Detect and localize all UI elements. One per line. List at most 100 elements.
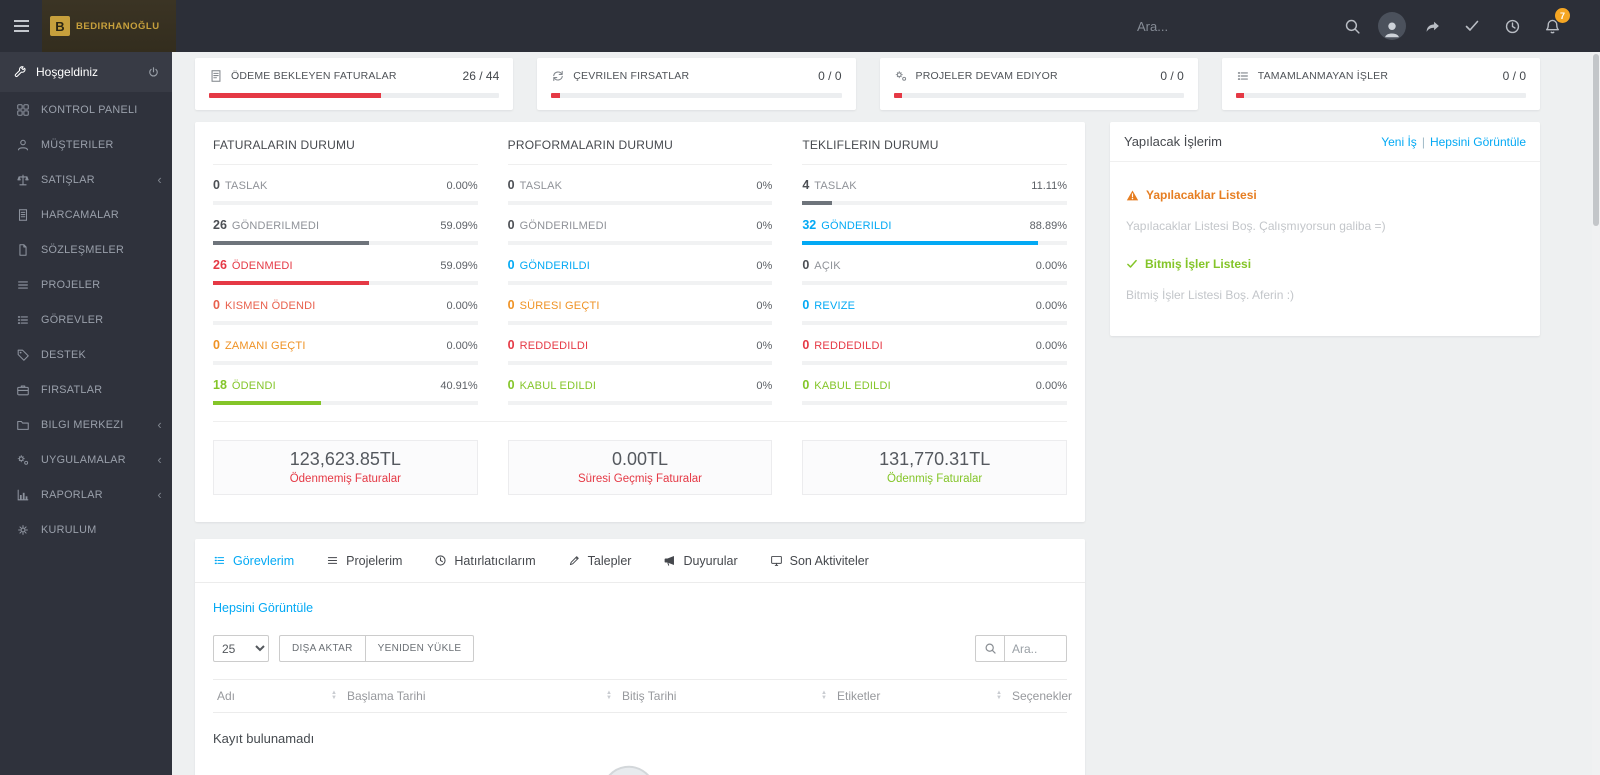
stat-card-unfinished-tasks[interactable]: TAMAMLANMAYAN İŞLER 0 / 0 [1222, 58, 1540, 110]
column-header-secenekler[interactable]: Seçenekler [1012, 689, 1072, 703]
sidebar-item-satislar[interactable]: SATIŞLAR ‹ [0, 162, 172, 197]
tab-projelerim[interactable]: Projelerim [326, 554, 402, 568]
total-amount: 123,623.85TL [218, 449, 473, 470]
tab-hatirlaticilarim[interactable]: Hatırlatıcılarım [434, 554, 535, 568]
stat-card-awaiting-invoices[interactable]: ÖDEME BEKLEYEN FATURALAR 26 / 44 [195, 58, 513, 110]
status-row[interactable]: 0ZAMANI GEÇTI0.00% [213, 325, 478, 365]
view-all-todos-link[interactable]: Hepsini Görüntüle [1430, 135, 1526, 149]
column-header-adi[interactable]: Adı▲▼ [217, 689, 347, 703]
sidebar-item-destek[interactable]: DESTEK [0, 337, 172, 372]
new-todo-link[interactable]: Yeni İş [1381, 135, 1417, 149]
tabs-bar: Görevlerim Projelerim Hatırlatıcılarım T… [195, 539, 1085, 583]
tasks-icon [213, 554, 226, 567]
status-row[interactable]: 0KISMEN ÖDENDI0.00% [213, 285, 478, 325]
status-row[interactable]: 32GÖNDERILDI88.89% [802, 205, 1067, 245]
stat-cards-row: ÖDEME BEKLEYEN FATURALAR 26 / 44 ÇEVRILE… [195, 58, 1540, 110]
done-list-heading: Bitmiş İşler Listesi [1126, 257, 1524, 271]
status-row[interactable]: 0KABUL EDILDI0% [508, 365, 773, 405]
share-icon[interactable] [1412, 0, 1452, 52]
pen-icon [568, 554, 581, 567]
notifications-bell-icon[interactable]: 7 [1532, 0, 1572, 52]
todo-check-icon[interactable] [1452, 0, 1492, 52]
total-amount: 131,770.31TL [807, 449, 1062, 470]
tab-talepler[interactable]: Talepler [568, 554, 632, 568]
tab-duyurular[interactable]: Duyurular [663, 554, 737, 568]
brand-icon: B [50, 16, 70, 36]
contracts-icon [15, 243, 31, 257]
brand-logo[interactable]: B BEDIRHANOĞLU [42, 0, 176, 52]
sidebar-item-gorevler[interactable]: GÖREVLER [0, 302, 172, 337]
tab-gorevlerim[interactable]: Görevlerim [213, 554, 294, 568]
status-row[interactable]: 4TASLAK11.11% [802, 165, 1067, 205]
sort-icon: ▲▼ [996, 691, 1002, 701]
sidebar-item-projeler[interactable]: PROJELER [0, 267, 172, 302]
sidebar-item-raporlar[interactable]: RAPORLAR ‹ [0, 477, 172, 512]
sidebar: Hoşgeldiniz KONTROL PANELI MÜŞTERILER SA… [0, 52, 172, 775]
status-row[interactable]: 26GÖNDERILMEDI59.09% [213, 205, 478, 245]
status-row[interactable]: 0REVIZE0.00% [802, 285, 1067, 325]
search-icon[interactable] [1332, 0, 1372, 52]
dashboard-icon [15, 103, 31, 117]
column-header-bitis-tarihi[interactable]: Bitiş Tarihi▲▼ [622, 689, 837, 703]
power-icon[interactable] [147, 66, 160, 79]
status-row[interactable]: 0TASLAK0% [508, 165, 773, 205]
column-header-baslama-tarihi[interactable]: Başlama Tarihi▲▼ [347, 689, 622, 703]
status-row[interactable]: 0GÖNDERILMEDI0% [508, 205, 773, 245]
progress-fill [894, 93, 903, 98]
table-controls: 25 DIŞA AKTAR YENIDEN YÜKLE [213, 635, 1067, 662]
sidebar-item-uygulamalar[interactable]: UYGULAMALAR ‹ [0, 442, 172, 477]
sidebar-item-sozlesmeler[interactable]: SÖZLEŞMELER [0, 232, 172, 267]
wrench-icon [14, 66, 27, 79]
done-empty-message: Bitmiş İşler Listesi Boş. Aferin :) [1126, 288, 1524, 302]
status-row[interactable]: 0GÖNDERILDI0% [508, 245, 773, 285]
table-search-icon[interactable] [975, 635, 1005, 662]
chevron-left-icon: ‹ [157, 173, 162, 186]
tasks-panel: Görevlerim Projelerim Hatırlatıcılarım T… [195, 539, 1085, 775]
stat-card-title: PROJELER DEVAM EDIYOR [916, 70, 1058, 82]
status-row[interactable]: 0KABUL EDILDI0.00% [802, 365, 1067, 405]
stat-card-converted-opportunities[interactable]: ÇEVRILEN FIRSATLAR 0 / 0 [537, 58, 855, 110]
monitor-icon [770, 554, 783, 567]
todo-empty-message: Yapılacaklar Listesi Boş. Çalışmıyorsun … [1126, 219, 1524, 233]
status-row[interactable]: 18ÖDENDI40.91% [213, 365, 478, 405]
stat-card-projects-in-progress[interactable]: PROJELER DEVAM EDIYOR 0 / 0 [880, 58, 1198, 110]
status-row[interactable]: 0REDDEDILDI0% [508, 325, 773, 365]
sidebar-item-kurulum[interactable]: KURULUM [0, 512, 172, 547]
status-row[interactable]: 26ÖDENMEDI59.09% [213, 245, 478, 285]
scrollbar-thumb[interactable] [1593, 54, 1599, 226]
scrollbar[interactable] [1592, 52, 1600, 775]
knowledge-folder-icon [15, 418, 31, 432]
stat-card-value: 26 / 44 [463, 69, 500, 83]
warning-icon [1126, 189, 1139, 202]
view-all-tasks-link[interactable]: Hepsini Görüntüle [213, 601, 313, 615]
clock-icon [434, 554, 447, 567]
sidebar-item-harcamalar[interactable]: HARCAMALAR [0, 197, 172, 232]
no-records-message: Kayıt bulunamadı [213, 731, 1067, 746]
menu-toggle-icon[interactable] [0, 0, 42, 52]
sidebar-item-bilgi-merkezi[interactable]: BILGI MERKEZI ‹ [0, 407, 172, 442]
status-row[interactable]: 0SÜRESI GEÇTI0% [508, 285, 773, 325]
sidebar-welcome[interactable]: Hoşgeldiniz [0, 52, 172, 92]
sidebar-item-firsatlar[interactable]: FIRSATLAR [0, 372, 172, 407]
global-search-input[interactable] [1137, 19, 1322, 34]
sort-icon: ▲▼ [821, 691, 827, 701]
tab-son-aktiviteler[interactable]: Son Aktiviteler [770, 554, 869, 568]
sidebar-item-musteriler[interactable]: MÜŞTERILER [0, 127, 172, 162]
table-header-row: Adı▲▼ Başlama Tarihi▲▼ Bitiş Tarihi▲▼ Et… [213, 679, 1067, 713]
sidebar-item-kontrol-paneli[interactable]: KONTROL PANELI [0, 92, 172, 127]
timer-clock-icon[interactable] [1492, 0, 1532, 52]
proposal-status-column: TEKLIFLERIN DURUMU 4TASLAK11.11% 32GÖNDE… [802, 138, 1067, 405]
status-row[interactable]: 0TASLAK0.00% [213, 165, 478, 205]
column-header-etiketler[interactable]: Etiketler▲▼ [837, 689, 1012, 703]
status-row[interactable]: 0AÇIK0.00% [802, 245, 1067, 285]
total-overdue-invoices: 0.00TL Süresi Geçmiş Faturalar [508, 440, 773, 495]
reload-button[interactable]: YENIDEN YÜKLE [365, 635, 475, 662]
status-row[interactable]: 0REDDEDILDI0.00% [802, 325, 1067, 365]
total-amount: 0.00TL [513, 449, 768, 470]
export-button[interactable]: DIŞA AKTAR [279, 635, 366, 662]
per-page-select[interactable]: 25 [213, 635, 269, 662]
user-avatar[interactable] [1372, 0, 1412, 52]
table-search-input[interactable] [1005, 635, 1067, 662]
column-title: TEKLIFLERIN DURUMU [802, 138, 1067, 165]
total-paid-invoices: 131,770.31TL Ödenmiş Faturalar [802, 440, 1067, 495]
